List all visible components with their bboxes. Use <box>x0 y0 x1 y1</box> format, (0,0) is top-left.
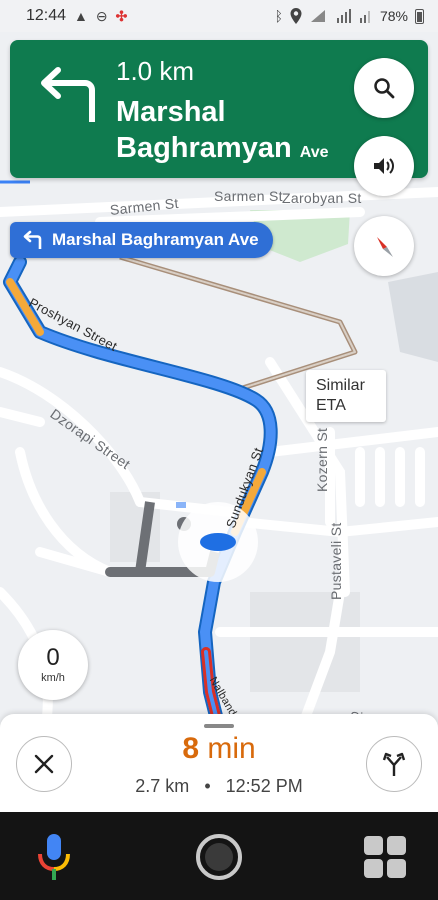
drag-handle[interactable] <box>204 724 234 728</box>
system-nav-bar <box>0 812 438 900</box>
next-turn-chip[interactable]: Marshal Baghramyan Ave <box>10 222 273 258</box>
building-block <box>388 272 438 362</box>
eta-minutes: 8 <box>182 732 199 765</box>
lte-signal-icon <box>310 10 325 22</box>
home-icon <box>205 843 233 871</box>
battery-icon <box>415 8 424 24</box>
compass-button[interactable] <box>354 216 414 276</box>
apps-grid-tile <box>364 836 383 855</box>
street-label: Pustaveli St <box>328 522 344 600</box>
street-label: Kozern St <box>314 427 330 492</box>
status-left: 12:44 ▲ ⊖ ✣ <box>26 7 127 25</box>
sound-button[interactable] <box>354 136 414 196</box>
mic-icon[interactable] <box>32 832 76 882</box>
location-icon <box>290 8 302 24</box>
volume-icon <box>374 158 394 174</box>
street-label: Sarmen St <box>214 188 283 204</box>
signal-bars-icon <box>336 9 351 23</box>
status-time: 12:44 <box>26 7 67 24</box>
apps-grid-tile <box>387 836 406 855</box>
next-turn-label: Marshal Baghramyan Ave <box>52 230 259 249</box>
do-not-disturb-icon: ⊖ <box>95 8 108 24</box>
similar-eta-callout[interactable]: Similar ETA <box>306 370 386 422</box>
left-turn-small-icon <box>23 230 42 249</box>
search-button[interactable] <box>354 58 414 118</box>
bluetooth-icon: ᛒ <box>274 8 283 24</box>
apps-grid-tile <box>387 859 406 878</box>
trip-summary-card[interactable]: 8 min 2.7 km • 12:52 PM <box>0 714 438 812</box>
status-bar: 12:44 ▲ ⊖ ✣ ᛒ 78% <box>0 0 438 32</box>
arrival-time: 12:52 PM <box>225 776 303 796</box>
turn-distance: 1.0 km <box>116 56 195 86</box>
turn-street-name: Marshal Baghramyan Ave <box>116 94 356 171</box>
navigation-arrow-icon: ▲ <box>74 8 88 24</box>
apps-grid-tile <box>364 859 383 878</box>
separator-dot: • <box>204 776 211 796</box>
eta-minutes-unit: min <box>207 732 256 765</box>
search-icon <box>374 78 395 99</box>
left-turn-icon <box>41 67 95 122</box>
home-button[interactable] <box>196 834 242 880</box>
alternate-routes-icon <box>382 752 406 776</box>
status-right: ᛒ 78% <box>275 8 424 24</box>
building-block <box>250 592 360 692</box>
alternate-routes-button[interactable] <box>366 736 422 792</box>
speed-unit: km/h <box>41 672 65 684</box>
speedometer[interactable]: 0 km/h <box>18 630 88 700</box>
app-notification-icon: ✣ <box>115 8 128 24</box>
street-name-suffix: Ave <box>299 144 329 161</box>
trip-distance: 2.7 km <box>135 776 190 796</box>
battery-percentage: 78% <box>379 8 408 24</box>
speed-value: 0 <box>46 644 60 671</box>
street-label: Zarobyan St <box>282 190 362 206</box>
current-location-puck <box>200 533 236 551</box>
compass-icon <box>377 237 393 257</box>
apps-grid-icon[interactable] <box>364 836 406 878</box>
signal-bars-2-icon <box>359 11 370 23</box>
street-name-main: Marshal Baghramyan <box>116 96 292 164</box>
